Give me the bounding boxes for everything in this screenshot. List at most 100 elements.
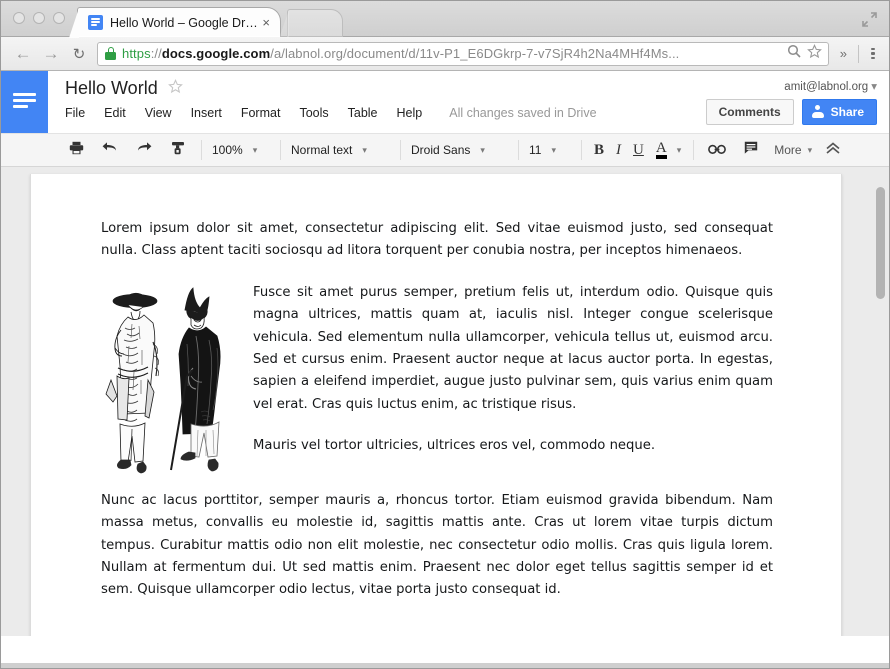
- tab-strip: Hello World – Google Drive ×: [1, 1, 889, 37]
- url-scheme: https: [122, 46, 151, 61]
- document-image[interactable]: [101, 284, 241, 484]
- redo-button[interactable]: [127, 138, 161, 162]
- toolbar-divider: [858, 45, 859, 63]
- hamburger-menu-icon[interactable]: [865, 45, 881, 62]
- menu-tools[interactable]: Tools: [299, 106, 328, 120]
- save-status: All changes saved in Drive: [449, 106, 596, 120]
- new-tab-button[interactable]: [287, 9, 343, 37]
- paint-format-button[interactable]: [161, 138, 195, 162]
- zoom-value: 100%: [212, 143, 243, 157]
- toolbar-divider: [693, 140, 694, 160]
- paint-format-icon: [167, 141, 189, 159]
- browser-window: Hello World – Google Drive × ← → ↻ https…: [0, 0, 890, 669]
- star-outline-icon[interactable]: [168, 79, 183, 98]
- toolbar-divider: [518, 140, 519, 160]
- document-paragraph: Nunc ac lacus porttitor, semper mauris a…: [101, 490, 773, 602]
- link-icon: [706, 142, 728, 159]
- font-family-value: Droid Sans: [411, 143, 470, 157]
- back-button[interactable]: ←: [9, 44, 37, 64]
- url-path: /a/labnol.org/document/d/11v-P1_E6DGkrp-…: [270, 46, 679, 61]
- menu-edit[interactable]: Edit: [104, 106, 126, 120]
- chevron-down-icon: ▾: [362, 145, 367, 156]
- person-share-icon: [811, 105, 825, 119]
- url-host: docs.google.com: [162, 46, 270, 61]
- text-color-button[interactable]: A ▾: [650, 138, 687, 162]
- document-title[interactable]: Hello World: [65, 78, 158, 99]
- italic-label: I: [616, 142, 621, 159]
- insert-comment-icon: [740, 141, 762, 159]
- undo-icon: [99, 142, 121, 159]
- url-separator: ://: [151, 46, 162, 61]
- fashion-illustration-svg: [101, 284, 241, 484]
- toolbar-divider: [280, 140, 281, 160]
- window-bottom-edge: [1, 663, 890, 668]
- window-traffic-lights: [13, 12, 65, 24]
- document-title-row: Hello World: [48, 71, 889, 99]
- maximize-window-button[interactable]: [53, 12, 65, 24]
- menu-help[interactable]: Help: [397, 106, 423, 120]
- close-window-button[interactable]: [13, 12, 25, 24]
- toolbar-divider: [581, 140, 582, 160]
- tab-close-icon[interactable]: ×: [258, 16, 274, 29]
- document-canvas[interactable]: Lorem ipsum dolor sit amet, consectetur …: [1, 167, 889, 636]
- font-size-value: 11: [529, 143, 541, 157]
- bookmark-star-icon[interactable]: [807, 44, 822, 64]
- chevron-down-icon: ▾: [551, 145, 556, 156]
- insert-comment-button[interactable]: [734, 138, 768, 162]
- tab-title: Hello World – Google Drive: [110, 16, 258, 30]
- docs-favicon-icon: [88, 15, 103, 30]
- google-docs-logo-icon[interactable]: [1, 71, 48, 133]
- underline-button[interactable]: U: [627, 138, 650, 162]
- font-family-select[interactable]: Droid Sans ▾: [407, 138, 512, 162]
- more-label: More: [774, 143, 801, 157]
- share-button[interactable]: Share: [802, 99, 877, 125]
- docs-toolbar: 100% ▾ Normal text ▾ Droid Sans ▾ 11 ▾ B…: [1, 133, 889, 167]
- document-illustration-block: Fusce sit amet purus semper, pretium fel…: [101, 282, 773, 458]
- document-paragraph: Lorem ipsum dolor sit amet, consectetur …: [101, 218, 773, 263]
- redo-icon: [133, 142, 155, 159]
- toolbar-divider: [201, 140, 202, 160]
- collapse-toolbar-button[interactable]: [825, 141, 841, 160]
- menu-view[interactable]: View: [145, 106, 172, 120]
- minimize-window-button[interactable]: [33, 12, 45, 24]
- docs-header-main: Hello World File Edit View Insert Format…: [48, 71, 889, 133]
- menu-insert[interactable]: Insert: [191, 106, 222, 120]
- toolbar-divider: [400, 140, 401, 160]
- fullscreen-icon[interactable]: [860, 10, 879, 29]
- browser-toolbar-right: »: [835, 45, 881, 63]
- undo-button[interactable]: [93, 138, 127, 162]
- underline-label: U: [633, 142, 644, 159]
- italic-button[interactable]: I: [610, 138, 627, 162]
- menu-format[interactable]: Format: [241, 106, 281, 120]
- bold-label: B: [594, 142, 604, 159]
- chevron-down-icon: ▾: [871, 81, 877, 93]
- paragraph-style-value: Normal text: [291, 143, 352, 157]
- search-icon[interactable]: [787, 44, 801, 63]
- vertical-scrollbar[interactable]: [876, 179, 885, 619]
- url-text: https://docs.google.com/a/labnol.org/doc…: [122, 46, 781, 61]
- docs-header-buttons: Comments Share: [706, 99, 877, 125]
- scrollbar-thumb[interactable]: [876, 187, 885, 299]
- zoom-select[interactable]: 100% ▾: [208, 138, 274, 162]
- bold-button[interactable]: B: [588, 138, 610, 162]
- browser-tab-active[interactable]: Hello World – Google Drive ×: [77, 7, 281, 37]
- address-bar[interactable]: https://docs.google.com/a/labnol.org/doc…: [97, 42, 829, 66]
- print-icon: [65, 141, 87, 159]
- document-page[interactable]: Lorem ipsum dolor sit amet, consectetur …: [30, 174, 842, 636]
- reload-button[interactable]: ↻: [65, 45, 93, 63]
- account-email: amit@labnol.org: [784, 81, 868, 93]
- toolbar-overflow-button[interactable]: »: [835, 46, 852, 61]
- menu-file[interactable]: File: [65, 106, 85, 120]
- menu-table[interactable]: Table: [348, 106, 378, 120]
- comments-button[interactable]: Comments: [706, 99, 794, 125]
- account-menu[interactable]: amit@labnol.org▾: [784, 79, 877, 93]
- insert-link-button[interactable]: [700, 138, 734, 162]
- print-button[interactable]: [59, 138, 93, 162]
- paragraph-style-select[interactable]: Normal text ▾: [287, 138, 394, 162]
- more-options-button[interactable]: More ▾: [768, 138, 816, 162]
- share-button-label: Share: [831, 105, 864, 119]
- forward-button[interactable]: →: [37, 44, 65, 64]
- font-size-select[interactable]: 11 ▾: [525, 138, 575, 162]
- text-color-label: A: [656, 141, 667, 159]
- docs-header: Hello World File Edit View Insert Format…: [1, 71, 889, 133]
